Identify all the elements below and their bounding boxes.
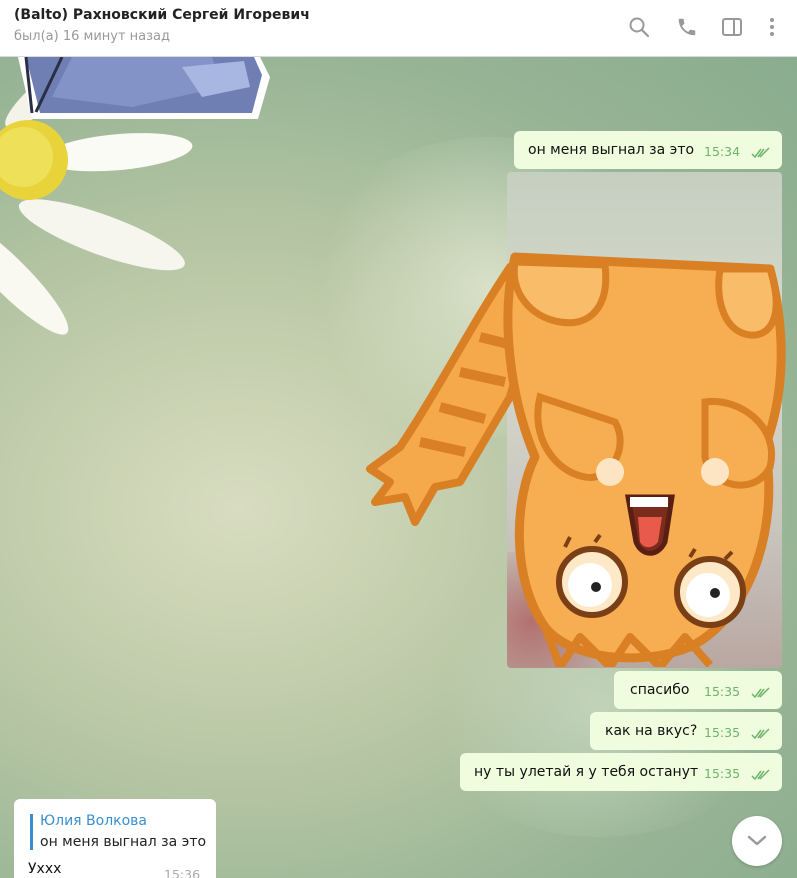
reply-author[interactable]: Юлия Волкова xyxy=(40,813,147,829)
chat-area[interactable]: он меня выгнал за это 15:34 спасибо 15:3… xyxy=(0,57,797,878)
outgoing-message[interactable]: как на вкус? 15:35 xyxy=(590,712,782,750)
outgoing-message[interactable]: он меня выгнал за это 15:34 xyxy=(514,131,782,169)
message-text: ну ты улетай я у тебя останут xyxy=(474,764,699,780)
message-text: спасибо xyxy=(630,682,690,698)
outgoing-message[interactable]: ну ты улетай я у тебя останут 15:35 xyxy=(460,753,782,791)
message-time: 15:35 xyxy=(704,766,741,781)
message-text: как на вкус? xyxy=(605,723,698,739)
cat-sticker[interactable] xyxy=(360,197,797,667)
search-button[interactable] xyxy=(626,14,652,40)
reply-bar xyxy=(30,814,33,850)
message-time: 15:35 xyxy=(704,684,741,699)
message-time: 15:36 xyxy=(164,867,201,878)
search-icon xyxy=(629,17,650,38)
sidebar-toggle-button[interactable] xyxy=(719,14,745,40)
double-check-icon xyxy=(751,728,770,740)
double-check-icon xyxy=(751,687,770,699)
scroll-to-bottom-button[interactable] xyxy=(732,816,782,866)
chevron-down-icon xyxy=(747,835,767,846)
message-text: он меня выгнал за это xyxy=(528,142,695,158)
outgoing-message[interactable]: спасибо 15:35 xyxy=(614,671,782,709)
message-time: 15:34 xyxy=(704,144,741,159)
more-menu-button[interactable] xyxy=(759,14,785,40)
message-text: Ухxx xyxy=(28,861,62,877)
call-button[interactable] xyxy=(674,14,700,40)
reply-quote[interactable]: он меня выгнал за это xyxy=(40,834,206,850)
incoming-message[interactable]: Юлия Волкова он меня выгнал за это Ухxx … xyxy=(14,799,216,878)
chat-status: был(а) 16 минут назад xyxy=(14,29,170,44)
phone-icon xyxy=(678,18,696,36)
sidebar-toggle-icon xyxy=(722,18,742,36)
previous-sticker[interactable] xyxy=(12,57,272,121)
chat-header: (Balto) Рахновский Сергей Игоревич был(а… xyxy=(0,0,797,57)
double-check-icon xyxy=(751,769,770,781)
message-time: 15:35 xyxy=(704,725,741,740)
double-check-icon xyxy=(751,147,770,159)
chat-title[interactable]: (Balto) Рахновский Сергей Игоревич xyxy=(14,7,310,23)
more-menu-icon xyxy=(770,18,774,36)
